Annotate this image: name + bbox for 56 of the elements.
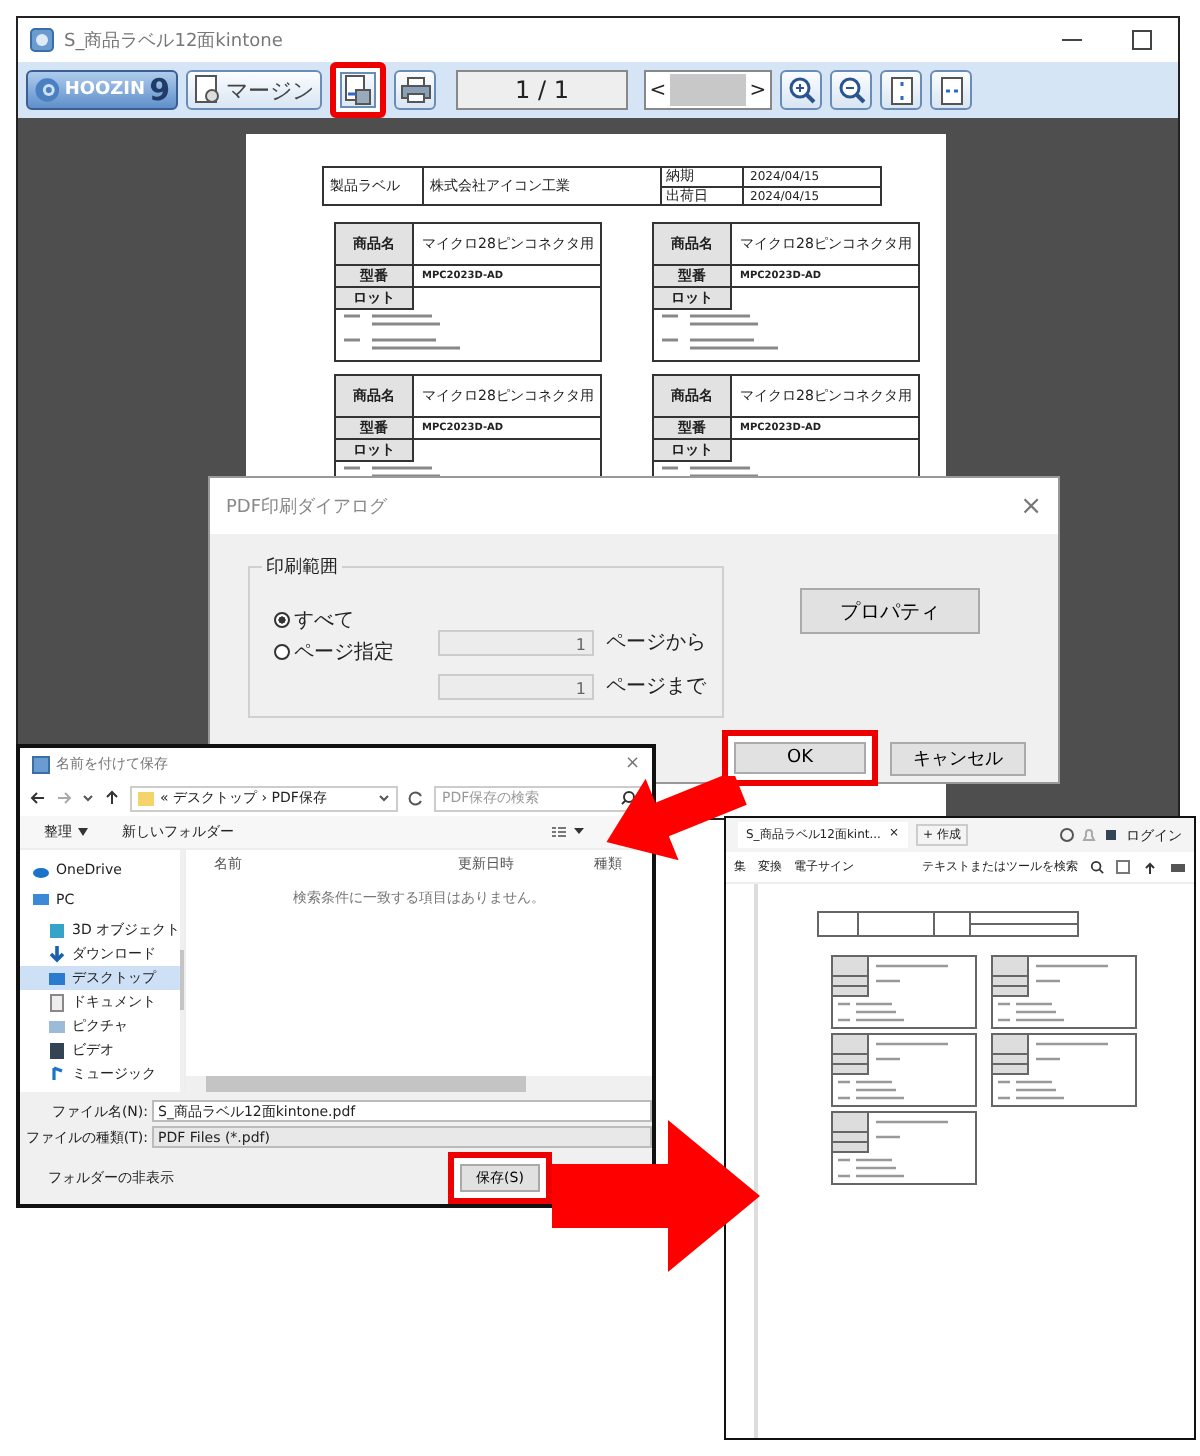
radio-option[interactable]: ページ指定 (274, 638, 438, 666)
app-icon (32, 755, 50, 773)
app-icon[interactable] (1104, 828, 1118, 842)
radio-option[interactable]: すべて (274, 606, 438, 634)
margin-button[interactable]: マージン (186, 70, 322, 110)
scroll-thumb[interactable] (670, 74, 746, 106)
back-icon[interactable] (30, 790, 46, 806)
maximize-icon[interactable] (1130, 28, 1154, 52)
download-icon (48, 945, 66, 963)
caret-icon (78, 828, 88, 836)
folder-icon (138, 790, 154, 806)
printer-icon (399, 76, 431, 104)
zoom-in-icon (787, 76, 815, 104)
fine-print-drawing (662, 314, 778, 350)
app-icon (30, 28, 54, 52)
group-title: 印刷範囲 (262, 554, 342, 580)
fit-width-icon (939, 75, 963, 105)
fit-height-button[interactable] (880, 70, 922, 110)
page-number-field[interactable]: 1 (438, 673, 594, 699)
view-options-icon[interactable] (552, 826, 584, 838)
export-button[interactable] (330, 62, 386, 118)
fit-width-button[interactable] (930, 70, 972, 110)
ok-button[interactable]: OK (722, 730, 878, 786)
music-note-icon (48, 1065, 66, 1083)
fit-height-icon (889, 75, 913, 105)
page-indicator: 1 / 1 (456, 70, 628, 110)
grid-icon[interactable] (1116, 860, 1130, 874)
fine-print-drawing (344, 314, 460, 350)
range-suffix: ページから (606, 630, 706, 656)
up-icon[interactable] (104, 790, 120, 806)
close-button[interactable]: × (1020, 491, 1042, 521)
dialog-title: PDF印刷ダイアログ (226, 495, 388, 519)
chevron-down-icon[interactable] (82, 792, 94, 804)
brand-mark: 9 (149, 72, 170, 108)
search-icon[interactable] (1090, 860, 1104, 874)
search-icon (620, 790, 636, 806)
close-button[interactable]: × (624, 754, 640, 774)
chevron-down-icon[interactable] (378, 792, 390, 804)
scrollbar[interactable] (186, 1076, 652, 1092)
zoom-out-button[interactable] (830, 70, 872, 110)
document-export-icon (344, 74, 372, 106)
brand-name: HOOZIN (64, 80, 146, 100)
previous-page-button[interactable]: < (646, 79, 670, 101)
next-page-button[interactable]: > (746, 79, 770, 101)
page-margin-icon (194, 74, 222, 106)
zoom-out-icon (837, 76, 865, 104)
document-icon (48, 993, 66, 1011)
zoom-in-button[interactable] (780, 70, 822, 110)
page-scrollbar[interactable]: < > (644, 70, 772, 110)
page-number-field[interactable]: 1 (438, 629, 594, 655)
properties-button[interactable]: プロパティ (800, 588, 980, 634)
cancel-button[interactable]: キャンセル (890, 741, 1026, 775)
print-button[interactable] (394, 70, 436, 110)
refresh-icon[interactable] (408, 790, 424, 806)
window-title: S_商品ラベル12面kintone (64, 29, 283, 53)
range-suffix: ページまで (606, 674, 706, 700)
